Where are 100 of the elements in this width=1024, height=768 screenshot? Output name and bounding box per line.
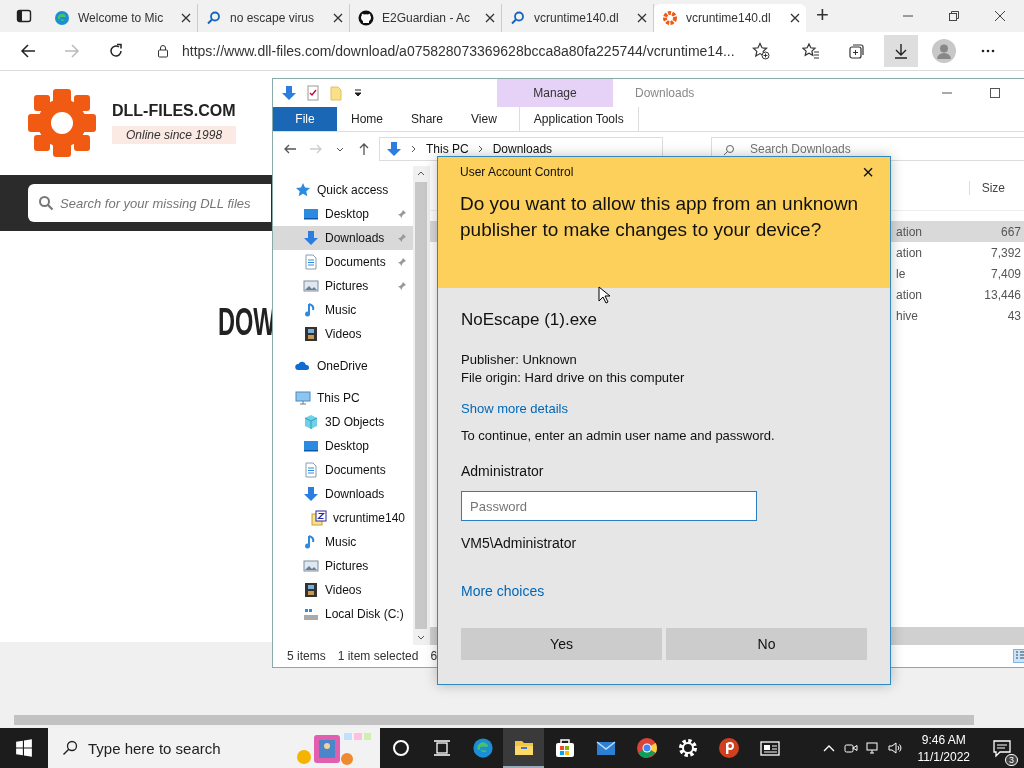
close-icon[interactable] [790,13,800,23]
column-header[interactable]: Size [968,181,1005,195]
nav-label: Pictures [325,559,370,573]
explorer-search-field[interactable]: Search Downloads [711,137,1024,161]
browser-tab[interactable]: vcruntime140.dl [654,4,806,32]
ribbon-tab[interactable]: View [457,107,511,131]
nav-label: Music [325,535,358,549]
scroll-down-icon[interactable] [417,633,425,641]
new-tab-button[interactable]: + [816,2,829,28]
nav-item[interactable]: Documents [273,250,413,274]
type-cell-text: hive [896,308,919,323]
tab-actions-icon[interactable] [16,8,32,24]
back-icon[interactable] [283,142,297,156]
document-icon [303,254,319,270]
nav-item[interactable]: Desktop [273,202,413,226]
tab-title: vcruntime140.dl [534,11,620,25]
nav-item[interactable]: 3D Objects [273,410,413,434]
refresh-icon[interactable] [108,43,124,59]
restore-icon[interactable] [948,10,960,22]
vertical-scrollbar[interactable] [413,166,429,645]
password-field[interactable]: Password [461,491,757,521]
nav-item[interactable]: Downloads [273,482,413,506]
ribbon-tab[interactable]: Home [337,107,397,131]
nav-label: Desktop [325,439,371,453]
nav-item[interactable]: Videos [273,578,413,602]
browser-tab[interactable]: Welcome to Mic [46,4,198,32]
dll-search-field[interactable]: Search for your missing DLL files [28,184,271,222]
properties-icon[interactable] [305,85,321,101]
size-cell: 7,409 [990,266,1021,281]
notification-icon[interactable] [992,738,1012,758]
nav-item[interactable]: Downloads [273,226,413,250]
publisher-text: Publisher: Unknown [461,352,577,367]
chevron-icon [410,145,418,153]
horizontal-scrollbar[interactable] [0,712,1024,728]
nav-item[interactable]: Music [273,530,413,554]
close-icon[interactable] [994,10,1006,22]
volume-icon[interactable] [887,741,902,755]
close-icon[interactable] [485,13,495,23]
film-icon [303,326,319,342]
download-arrow-icon[interactable] [281,85,297,101]
nav-item[interactable]: Local Disk (C:) [273,602,413,626]
ribbon-tab[interactable]: Application Tools [518,107,639,131]
tab-title: E2Guardian - Ac [382,11,472,25]
scroll-up-icon[interactable] [417,170,425,178]
nav-item[interactable]: Pictures [273,274,413,298]
breadcrumb-item[interactable]: This PC [426,142,469,156]
url-text: https://www.dll-files.com/download/a075828073369628bcca8a80fa225744/vcruntime14... [182,43,736,59]
close-icon[interactable] [333,13,343,23]
more-choices-link[interactable]: More choices [461,583,545,599]
film-icon [303,582,319,598]
pictures-icon [303,278,319,294]
nav-label: vcruntime140 [333,511,407,525]
search-icon [206,10,222,26]
nav-item[interactable]: OneDrive [273,354,413,378]
close-icon[interactable] [637,13,647,23]
customize-dropdown-icon[interactable] [353,88,363,98]
nav-item[interactable]: Pictures [273,554,413,578]
taskbar-search-field[interactable]: Type here to search [48,728,380,768]
pictures-icon [303,558,319,574]
nav-label: Videos [325,327,363,341]
camera-icon[interactable] [843,741,858,755]
ribbon-tab[interactable]: File [273,107,337,131]
add-favorite-icon[interactable] [752,42,771,60]
maximize-icon[interactable] [989,87,1001,99]
download-arrow-icon [303,230,319,246]
cat-icon [358,10,374,26]
profile-avatar-icon[interactable] [932,39,956,63]
search-icon [510,10,526,26]
nav-item[interactable]: Videos [273,322,413,346]
nav-item[interactable]: Music [273,298,413,322]
nav-item[interactable]: This PC [273,386,413,410]
taskbar-app-button[interactable] [503,728,544,768]
show-details-link[interactable]: Show more details [461,401,568,416]
nav-item[interactable]: Documents [273,458,413,482]
back-icon[interactable] [20,43,36,59]
dialog-button[interactable]: Yes [461,628,662,660]
downloads-button[interactable] [884,35,918,67]
breadcrumb-item[interactable]: Downloads [492,142,553,156]
tab-title: Welcome to Mic [78,11,165,25]
window-title: Downloads [635,86,695,100]
size-cell: 43 [1007,308,1021,323]
favorites-icon[interactable] [802,42,821,60]
instructions-text: To continue, enter an admin user name and password. [461,428,775,443]
browser-tab[interactable]: E2Guardian - Ac [350,4,502,32]
dialog-button[interactable]: No [666,628,867,660]
settings-icon [676,737,699,759]
nav-item[interactable]: Quick access [273,178,413,202]
clock[interactable]: 9:46 AM 11/1/2022 [909,732,978,764]
collections-icon[interactable] [848,42,867,60]
nav-item[interactable]: vcruntime140 [273,506,413,530]
network-icon[interactable] [865,741,880,755]
up-icon[interactable] [357,142,371,156]
browser-tab[interactable]: no escape virus [198,4,350,32]
windows-start-icon[interactable] [15,739,33,757]
close-button[interactable]: × [862,165,874,179]
nav-label: This PC [317,391,361,405]
monitor-icon [295,390,311,406]
ribbon-tab[interactable]: Share [397,107,458,131]
close-icon[interactable] [181,13,191,23]
nav-item[interactable]: Desktop [273,434,413,458]
